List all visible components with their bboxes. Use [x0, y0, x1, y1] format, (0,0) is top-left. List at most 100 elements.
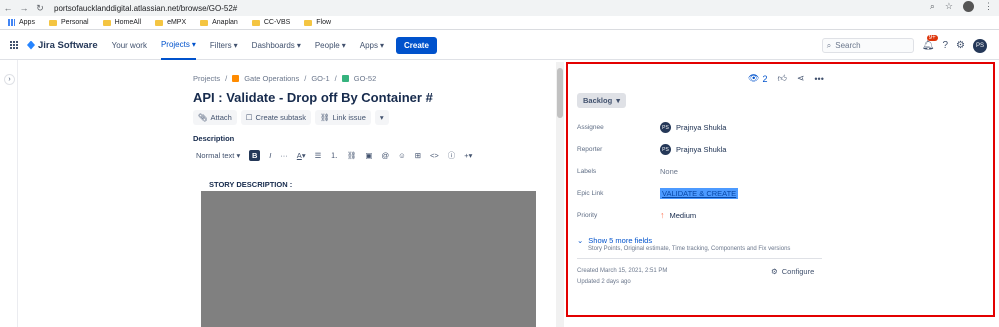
epic-link-value[interactable]: VALIDATE & CREATE [660, 188, 739, 199]
created-date: Created March 15, 2021, 2:51 PM [577, 268, 668, 274]
menu-icon[interactable]: ⋮ [984, 1, 993, 12]
bookmark-empx[interactable]: eMPX [155, 19, 186, 26]
url-bar[interactable]: portsofaucklanddigital.atlassian.net/bro… [54, 4, 237, 13]
gear-icon: ⚙ [771, 267, 778, 276]
jira-logo[interactable]: Jira Software [27, 40, 98, 51]
user-avatar[interactable]: PS [973, 38, 987, 53]
status-dropdown[interactable]: Backlog ▾ [577, 93, 626, 108]
help-icon[interactable]: ? [942, 40, 948, 51]
eye-icon: 👁︎ [748, 73, 760, 83]
story-icon [341, 75, 349, 82]
show-more-fields-button[interactable]: ⌄ Show 5 more fields [577, 236, 652, 245]
assignee-label: Assignee [577, 124, 604, 131]
issue-action-row: 📎︎ Attach ☐ Create subtask ⛓ Link issue ▾ [193, 110, 389, 125]
nav-dashboards[interactable]: Dashboards ▾ [252, 31, 301, 60]
bell-icon: 🔔︎ [921, 40, 935, 51]
bookmark-homeall[interactable]: HomeAll [102, 19, 141, 26]
share-icon[interactable]: ⋖ [797, 73, 805, 84]
folder-icon [102, 19, 111, 26]
chevron-down-icon: ▾ [233, 40, 238, 50]
link-icon[interactable]: ⛓ [347, 151, 357, 160]
nav-your-work[interactable]: Your work [112, 31, 147, 60]
chevron-down-icon: ▾ [341, 40, 346, 50]
breadcrumb-parent[interactable]: GO-1 [311, 74, 329, 83]
link-icon: ⛓ [319, 113, 330, 122]
bookmark-flow[interactable]: Flow [304, 19, 331, 26]
code-icon[interactable]: <> [430, 151, 439, 160]
text-color-button[interactable]: A▾ [297, 151, 306, 160]
back-icon[interactable]: ← [0, 3, 16, 13]
bold-button[interactable]: B [249, 149, 261, 161]
breadcrumb-project[interactable]: Gate Operations [244, 74, 299, 83]
more-actions-dropdown[interactable]: ▾ [374, 110, 389, 125]
more-options-icon[interactable]: ••• [814, 74, 823, 84]
labels-value[interactable]: None [660, 167, 678, 176]
reporter-value[interactable]: PS Prajnya Shukla [660, 144, 726, 155]
chevron-down-icon: ⌄ [577, 236, 584, 245]
reload-icon[interactable]: ↻ [32, 3, 48, 14]
bookmark-apps[interactable]: Apps [8, 19, 35, 26]
chevron-down-icon: ▾ [236, 150, 241, 160]
create-button[interactable]: Create [396, 36, 437, 54]
expand-sidebar-chevron-icon[interactable]: › [4, 74, 15, 85]
star-icon[interactable]: ☆ [945, 1, 953, 12]
bullet-list-icon[interactable]: ☰ [315, 151, 322, 160]
profile-avatar[interactable] [963, 1, 974, 12]
chevron-down-icon: ▾ [380, 40, 385, 50]
search-input[interactable]: ⌕ Search [821, 38, 914, 53]
text-style-dropdown[interactable]: Normal text ▾ [196, 151, 240, 160]
epic-link-text[interactable]: VALIDATE & CREATE [660, 188, 739, 199]
priority-value[interactable]: ↑ Medium [660, 210, 696, 220]
create-subtask-button[interactable]: ☐ Create subtask [240, 110, 311, 125]
bookmark-personal[interactable]: Personal [48, 19, 89, 26]
forward-icon[interactable]: → [16, 3, 32, 13]
priority-label: Priority [577, 212, 598, 219]
more-fields-summary: Story Points, Original estimate, Time tr… [588, 246, 791, 252]
bookmark-anaplan[interactable]: Anaplan [200, 19, 238, 26]
reporter-label: Reporter [577, 146, 603, 153]
breadcrumb: Projects / Gate Operations / GO-1 / GO-5… [193, 74, 377, 83]
numbered-list-icon[interactable]: ⒈ [330, 150, 338, 161]
folder-icon [251, 19, 260, 26]
watch-button[interactable]: 👁︎ 2 [748, 73, 767, 84]
folder-icon [304, 19, 313, 26]
assignee-value[interactable]: PS Prajnya Shukla [660, 122, 726, 133]
scrollbar[interactable] [556, 62, 564, 327]
folder-icon [200, 19, 209, 26]
table-icon[interactable]: ⊞ [415, 151, 421, 160]
breadcrumb-projects[interactable]: Projects [193, 74, 220, 83]
breadcrumb-issue[interactable]: GO-52 [354, 74, 377, 83]
bookmark-cc-vbs[interactable]: CC-VBS [251, 19, 290, 26]
attach-button[interactable]: 📎︎ Attach [193, 110, 237, 125]
app-switcher-icon[interactable] [10, 40, 19, 50]
bookmarks-bar: Apps Personal HomeAll eMPX Anaplan CC-VB… [0, 16, 999, 30]
settings-gear-icon[interactable]: ⚙ [956, 40, 965, 51]
more-formatting-icon[interactable]: ··· [280, 151, 288, 160]
image-icon[interactable]: ▣ [365, 151, 372, 160]
search-icon: ⌕ [826, 40, 832, 50]
link-issue-button[interactable]: ⛓ Link issue [314, 110, 371, 125]
nav-filters[interactable]: Filters ▾ [210, 31, 238, 60]
chevron-down-icon: ▾ [379, 113, 384, 122]
story-description-heading: STORY DESCRIPTION : [209, 180, 293, 189]
jira-top-nav: Jira Software Your work Projects ▾ Filter… [0, 31, 999, 60]
thumbs-up-icon[interactable]: 👍︎ [777, 73, 786, 84]
priority-medium-icon: ↑ [660, 210, 665, 220]
info-icon[interactable]: ⓘ [448, 150, 456, 161]
mention-icon[interactable]: @ [381, 151, 389, 160]
zoom-icon[interactable]: ⌕ [930, 1, 935, 12]
redacted-content [201, 191, 536, 327]
italic-button[interactable]: I [269, 151, 271, 160]
nav-people[interactable]: People ▾ [315, 31, 346, 60]
chevron-down-icon: ▾ [616, 96, 620, 105]
issue-title[interactable]: API : Validate - Drop off By Container # [193, 90, 433, 105]
emoji-icon[interactable]: ☺ [398, 151, 406, 160]
configure-button[interactable]: ⚙ Configure [771, 267, 814, 276]
insert-more-icon[interactable]: +▾ [464, 151, 472, 160]
paperclip-icon: 📎︎ [198, 113, 208, 122]
nav-apps[interactable]: Apps ▾ [360, 31, 384, 60]
scrollbar-thumb[interactable] [557, 68, 563, 118]
nav-projects[interactable]: Projects ▾ [160, 31, 196, 60]
jira-logo-icon [27, 40, 35, 50]
notifications-button[interactable]: 🔔︎ 9+ [921, 35, 938, 51]
